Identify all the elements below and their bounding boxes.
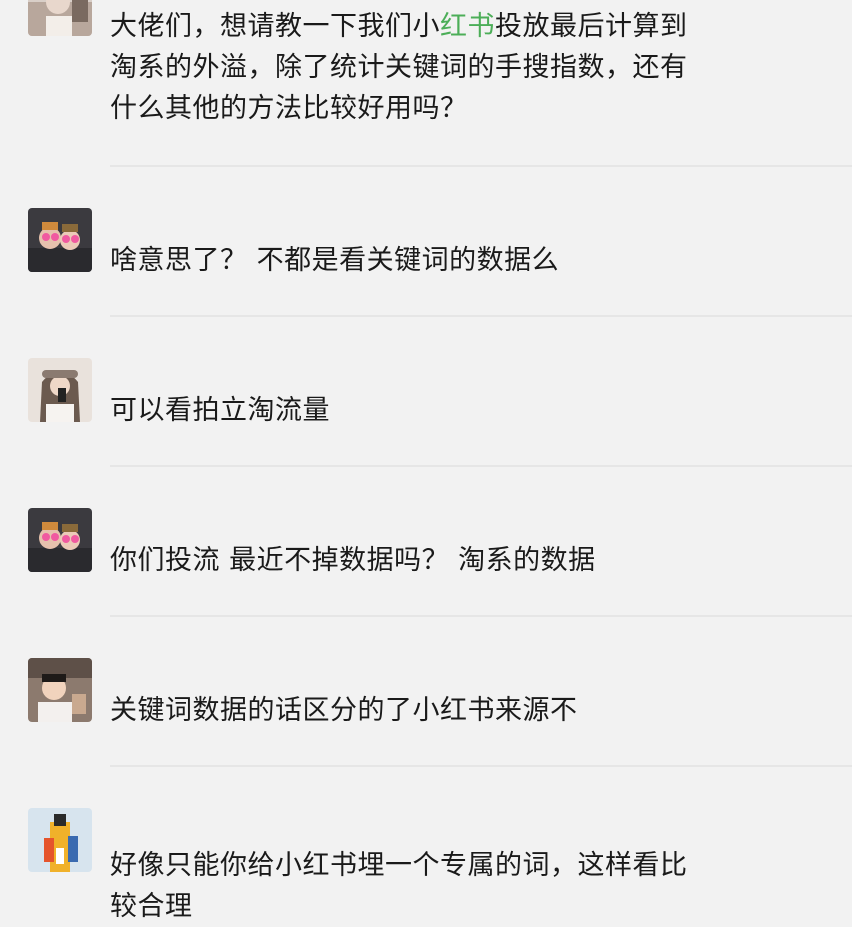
avatar[interactable] — [28, 0, 92, 36]
avatar[interactable] — [28, 208, 92, 272]
message-text: 你们投流 最近不掉数据吗？ 淘系的数据 — [110, 545, 596, 576]
message-text: 关键词数据的话区分的了小红书来源不 — [110, 695, 578, 726]
message-divider — [110, 765, 852, 767]
message-divider — [110, 315, 852, 317]
avatar[interactable] — [28, 808, 92, 872]
avatar-image-user-3 — [28, 358, 92, 422]
avatar-image-user-1 — [28, 0, 92, 36]
message-divider — [110, 615, 852, 617]
message-text: 大佬们，想请教一下我们小红书投放最后计算到 淘系的外溢，除了统计关键词的手搜指数，… — [110, 11, 688, 124]
highlighted-keyword[interactable]: 红书 — [440, 11, 495, 42]
message-divider — [110, 165, 852, 167]
message-divider — [110, 465, 852, 467]
message-text: 啥意思了？ 不都是看关键词的数据么 — [110, 245, 560, 276]
avatar-image-user-2 — [28, 208, 92, 272]
avatar[interactable] — [28, 508, 92, 572]
message-text: 可以看拍立淘流量 — [110, 395, 330, 426]
avatar[interactable] — [28, 658, 92, 722]
message-text: 好像只能你给小红书埋一个专属的词，这样看比 较合理 — [110, 850, 688, 922]
avatar-image-user-4 — [28, 658, 92, 722]
avatar[interactable] — [28, 358, 92, 422]
avatar-image-user-2 — [28, 508, 92, 572]
avatar-image-user-5 — [28, 808, 92, 872]
